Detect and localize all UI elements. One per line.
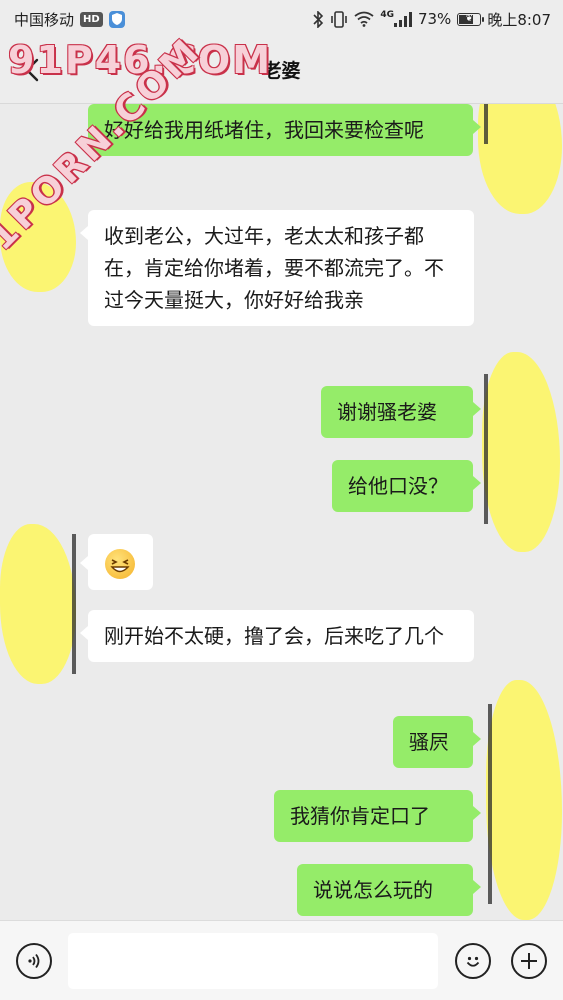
bubble-tail <box>473 806 481 820</box>
message-bubble-outgoing[interactable]: 谢谢骚老婆 <box>321 386 473 438</box>
avatar-right-2[interactable] <box>482 352 560 552</box>
chat-area[interactable]: 好好给我用纸堵住，我回来要检查呢 收到老公，大过年，老太太和孩子都在，肯定给你堵… <box>0 104 563 920</box>
message-bubble-outgoing[interactable]: 好好给我用纸堵住，我回来要检查呢 <box>88 104 473 156</box>
status-right: 4G 73% ❦ 晚上8:07 <box>313 9 551 30</box>
avatar-edge <box>484 374 488 524</box>
plus-icon <box>521 953 537 969</box>
vibrate-icon <box>330 10 348 28</box>
bubble-tail <box>80 626 88 640</box>
message-bubble-outgoing[interactable]: 我猜你肯定口了 <box>274 790 473 842</box>
signal-type: 4G <box>380 9 394 20</box>
avatar-edge <box>484 104 488 144</box>
avatar-left-1[interactable] <box>0 182 76 292</box>
voice-button[interactable] <box>16 943 52 979</box>
message-bubble-outgoing[interactable]: 骚屄 <box>393 716 473 768</box>
message-text: 说说怎么玩的 <box>313 878 433 902</box>
avatar-edge <box>488 704 492 904</box>
message-text: 收到老公，大过年，老太太和孩子都在，肯定给你堵着，要不都流完了。不过今天量挺大，… <box>104 224 444 312</box>
message-text: 我猜你肯定口了 <box>290 804 430 828</box>
message-bubble-incoming[interactable]: 刚开始不太硬，撸了会，后来吃了几个 <box>88 610 474 662</box>
avatar-right-3[interactable] <box>486 680 562 920</box>
bubble-tail <box>80 556 88 570</box>
status-left: 中国移动 HD <box>14 9 125 30</box>
status-bar: 中国移动 HD 4G 73% ❦ 晚上8:07 <box>0 0 563 38</box>
chat-title: 老婆 <box>262 60 301 82</box>
carrier-name: 中国移动 <box>14 10 75 29</box>
bubble-tail <box>473 476 481 490</box>
message-bubble-outgoing[interactable]: 说说怎么玩的 <box>297 864 473 916</box>
message-bubble-outgoing[interactable]: 给他口没？ <box>332 460 473 512</box>
bubble-tail <box>473 880 481 894</box>
message-text: 谢谢骚老婆 <box>337 400 437 424</box>
smiley-icon <box>466 956 480 967</box>
avatar-left-2[interactable] <box>0 524 76 684</box>
bubble-tail <box>473 732 481 746</box>
plus-button[interactable] <box>511 943 547 979</box>
grinning-squint-emoji-icon <box>105 548 135 579</box>
clock: 晚上8:07 <box>487 10 551 29</box>
message-text: 好好给我用纸堵住，我回来要检查呢 <box>104 118 424 142</box>
title-bar: 老婆 <box>0 38 563 104</box>
message-text: 给他口没？ <box>348 474 448 498</box>
bubble-tail <box>473 120 481 134</box>
message-bubble-incoming[interactable] <box>88 534 153 590</box>
avatar-right-1[interactable] <box>478 104 562 214</box>
battery-icon: ❦ <box>457 12 485 26</box>
hd-badge: HD <box>80 11 103 27</box>
avatar-edge <box>72 534 76 674</box>
bluetooth-icon <box>313 10 324 28</box>
wifi-icon <box>354 11 374 27</box>
message-bubble-incoming[interactable]: 收到老公，大过年，老太太和孩子都在，肯定给你堵着，要不都流完了。不过今天量挺大，… <box>88 210 474 326</box>
battery-percent: 73% <box>417 10 452 28</box>
bubble-tail <box>473 402 481 416</box>
voice-icon <box>28 953 40 969</box>
bubble-tail <box>80 226 88 240</box>
emoji-button[interactable] <box>455 943 491 979</box>
message-input[interactable] <box>68 933 438 989</box>
message-text: 刚开始不太硬，撸了会，后来吃了几个 <box>104 624 444 648</box>
shield-icon <box>108 10 125 28</box>
signal-icon: 4G <box>380 9 412 27</box>
input-bar <box>0 920 563 1000</box>
power-saving-leaf-icon: ❦ <box>465 14 474 24</box>
message-text: 骚屄 <box>409 730 449 754</box>
